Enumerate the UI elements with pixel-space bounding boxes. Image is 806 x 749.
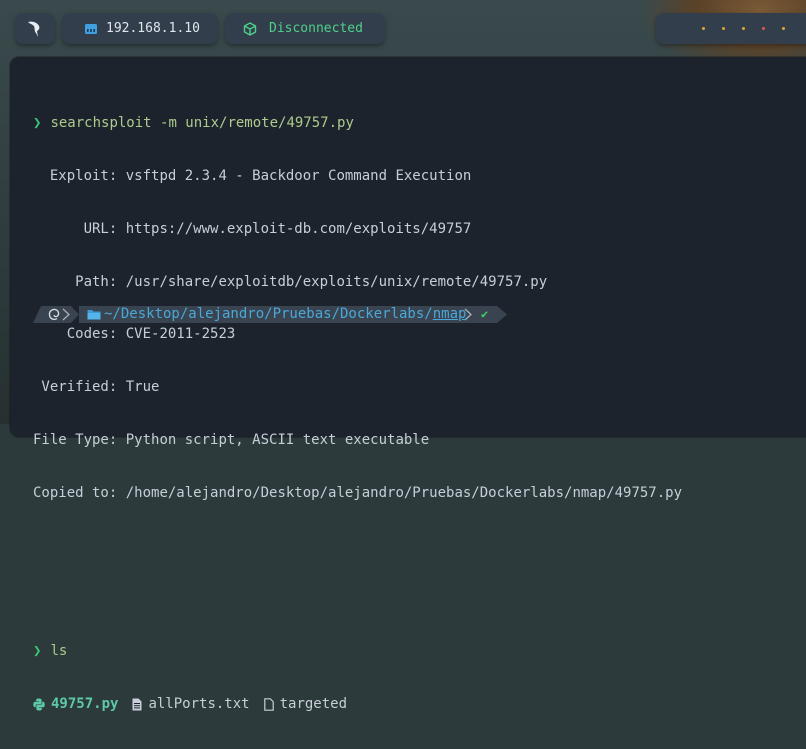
file-name: targeted [279, 695, 348, 712]
output-line: Path: /usr/share/exploitdb/exploits/unix… [33, 274, 806, 292]
output-line: URL: https://www.exploit-db.com/exploits… [33, 221, 806, 239]
output-label: Copied to: [33, 484, 118, 501]
vpn-status-widget[interactable]: Disconnected [225, 13, 385, 44]
file-entry[interactable]: targeted [263, 695, 348, 714]
output-label: URL: [33, 220, 118, 237]
command-text: searchsploit -m unix/remote/49757.py [50, 115, 354, 132]
output-value: /home/alejandro/Desktop/alejandro/Prueba… [117, 484, 683, 501]
output-label: File Type: [33, 431, 118, 448]
workspace-dot-3[interactable] [742, 27, 745, 30]
output-value: /usr/share/exploitdb/exploits/unix/remot… [117, 273, 548, 290]
command-text: ls [50, 643, 68, 659]
output-value: https://www.exploit-db.com/exploits/4975… [117, 220, 472, 237]
output-label: Verified: [33, 379, 118, 396]
output-value: CVE-2011-2523 [117, 326, 236, 343]
terminal-output: ❯ searchsploit -m unix/remote/49757.py E… [33, 80, 806, 749]
cube-icon [243, 21, 257, 36]
command-line-2: ❯ ls [33, 643, 806, 661]
launcher-button[interactable] [15, 13, 55, 44]
file-name: allPorts.txt [148, 695, 250, 712]
output-value: Python script, ASCII text executable [117, 431, 430, 448]
powerline-prompt: ~/Desktop/alejandro/Pruebas/Dockerlabs/n… [33, 306, 511, 323]
python-icon [33, 698, 45, 711]
prompt-path-current-dir: nmap [432, 306, 467, 322]
ip-address-text: 192.168.1.10 [106, 21, 200, 36]
text-file-icon [132, 698, 142, 711]
ethernet-icon [84, 22, 98, 36]
output-line: File Type: Python script, ASCII text exe… [33, 432, 806, 450]
output-value: vsftpd 2.3.4 - Backdoor Command Executio… [117, 167, 472, 184]
output-line: Copied to: /home/alejandro/Desktop/aleja… [33, 485, 806, 503]
output-line: Codes: CVE-2011-2523 [33, 326, 806, 344]
workspace-dot-5[interactable] [782, 27, 785, 30]
workspace-dot-1[interactable] [702, 27, 705, 30]
file-name: 49757.py [51, 695, 119, 712]
workspace-switcher[interactable] [656, 13, 806, 44]
debian-swirl-icon [48, 308, 61, 321]
prompt-path: ~/Desktop/alejandro/Pruebas/Dockerlabs/n… [104, 306, 466, 323]
workspace-dot-4[interactable] [762, 27, 765, 30]
file-entry[interactable]: allPorts.txt [132, 695, 250, 714]
file-entry[interactable]: 49757.py [33, 696, 118, 714]
ip-address-widget[interactable]: 192.168.1.10 [62, 13, 218, 44]
output-label: Path: [33, 273, 118, 290]
output-label: Exploit: [33, 167, 118, 184]
output-value: True [117, 379, 160, 396]
prompt-arrow: ❯ [33, 115, 42, 132]
terminal-window[interactable]: ❯ searchsploit -m unix/remote/49757.py E… [10, 57, 806, 712]
output-line: Exploit: vsftpd 2.3.4 - Backdoor Command… [33, 168, 806, 186]
prompt-path-parent: ~/Desktop/alejandro/Pruebas/Dockerlabs/ [104, 306, 433, 322]
vpn-status-text: Disconnected [269, 21, 363, 36]
ls-output: 49757.py allPorts.txt targeted [33, 696, 806, 714]
folder-icon [87, 308, 101, 321]
file-icon [263, 698, 274, 711]
command-line-1: ❯ searchsploit -m unix/remote/49757.py [33, 115, 806, 133]
status-check-icon: ✔ [481, 307, 489, 321]
workspace-dot-2[interactable] [722, 27, 725, 30]
prompt-arrow: ❯ [33, 643, 42, 659]
output-line: Verified: True [33, 379, 806, 397]
kali-dragon-icon [26, 19, 44, 39]
output-label: Codes: [33, 326, 118, 343]
